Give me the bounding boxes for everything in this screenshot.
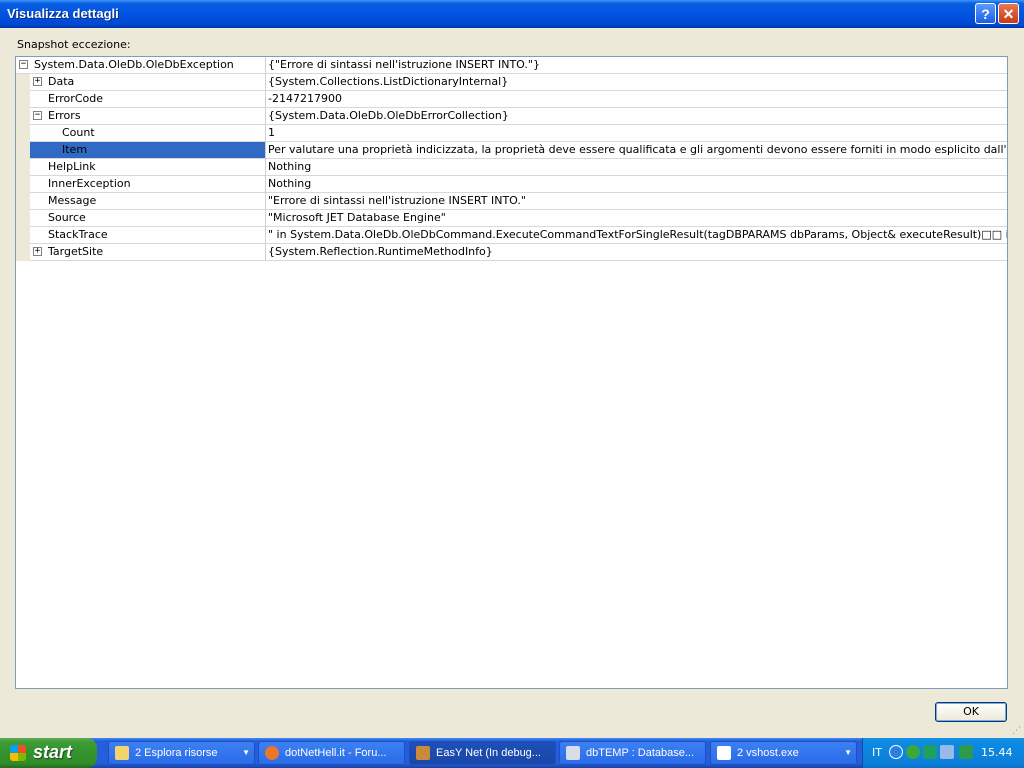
property-name: ErrorCode: [48, 92, 103, 105]
property-value: {System.Reflection.RuntimeMethodInfo}: [268, 245, 493, 258]
property-name: Item: [62, 143, 88, 156]
property-value: {System.Collections.ListDictionaryIntern…: [268, 75, 509, 88]
property-name: Data: [48, 75, 75, 88]
task-firefox[interactable]: dotNetHell.it - Foru...: [258, 741, 405, 765]
expand-icon[interactable]: +: [33, 247, 42, 256]
expand-icon[interactable]: +: [33, 77, 42, 86]
network-icon[interactable]: [940, 745, 954, 759]
property-row[interactable]: + TargetSite {System.Reflection.RuntimeM…: [16, 244, 1007, 261]
ok-button[interactable]: OK: [935, 702, 1007, 722]
property-value: Per valutare una proprietà indicizzata, …: [268, 143, 1007, 156]
system-tray: IT 15.44: [862, 738, 1024, 768]
help-button[interactable]: ?: [975, 3, 996, 24]
property-name: StackTrace: [48, 228, 108, 241]
title-bar[interactable]: Visualizza dettagli ? ✕: [0, 0, 1024, 28]
taskbar: start 2 Esplora risorse ▼ dotNetHell.it …: [0, 738, 1024, 768]
start-button[interactable]: start: [0, 738, 97, 768]
property-value: 1: [268, 126, 275, 139]
task-label: dbTEMP : Database...: [586, 747, 695, 759]
property-name: HelpLink: [48, 160, 96, 173]
property-value: "Microsoft JET Database Engine": [268, 211, 446, 224]
tray-expand-icon[interactable]: [889, 745, 903, 759]
visual-studio-icon: [416, 746, 430, 760]
property-value: {System.Data.OleDb.OleDbErrorCollection}: [268, 109, 509, 122]
task-label: 2 vshost.exe: [737, 747, 799, 759]
property-name: InnerException: [48, 177, 131, 190]
task-easynet-debug[interactable]: EasY Net (In debug...: [409, 741, 556, 765]
close-button[interactable]: ✕: [998, 3, 1019, 24]
property-name: System.Data.OleDb.OleDbException: [34, 58, 234, 71]
task-label: EasY Net (In debug...: [436, 747, 541, 759]
property-row[interactable]: − Errors {System.Data.OleDb.OleDbErrorCo…: [16, 108, 1007, 125]
antivirus-check-icon[interactable]: [906, 745, 920, 759]
property-row-selected[interactable]: Item Per valutare una proprietà indicizz…: [16, 142, 1007, 159]
selection-highlight: Item: [30, 142, 265, 158]
property-name: Source: [48, 211, 86, 224]
property-value: "Errore di sintassi nell'istruzione INSE…: [268, 194, 526, 207]
database-icon: [566, 746, 580, 760]
task-vshost[interactable]: 2 vshost.exe ▼: [710, 741, 857, 765]
property-value: Nothing: [268, 177, 312, 190]
task-explorer[interactable]: 2 Esplora risorse ▼: [108, 741, 255, 765]
start-label: start: [33, 742, 73, 762]
task-dbtemp[interactable]: dbTEMP : Database...: [559, 741, 706, 765]
property-row[interactable]: ErrorCode -2147217900: [16, 91, 1007, 108]
property-value: {"Errore di sintassi nell'istruzione INS…: [268, 58, 540, 71]
task-label: dotNetHell.it - Foru...: [285, 747, 387, 759]
language-indicator[interactable]: IT: [872, 746, 882, 759]
window-icon: [717, 746, 731, 760]
property-name: Count: [62, 126, 95, 139]
property-value: " in System.Data.OleDb.OleDbCommand.Exec…: [268, 228, 1007, 241]
resize-grip-icon[interactable]: ⋰: [1012, 726, 1022, 736]
property-row[interactable]: InnerException Nothing: [16, 176, 1007, 193]
folder-icon: [115, 746, 129, 760]
property-row[interactable]: StackTrace " in System.Data.OleDb.OleDbC…: [16, 227, 1007, 244]
property-row[interactable]: − System.Data.OleDb.OleDbException {"Err…: [16, 57, 1007, 74]
property-name: Errors: [48, 109, 81, 122]
window-title: Visualizza dettagli: [7, 6, 119, 21]
collapse-icon[interactable]: −: [33, 111, 42, 120]
property-name: Message: [48, 194, 97, 207]
task-label: 2 Esplora risorse: [135, 747, 218, 759]
collapse-icon[interactable]: −: [19, 60, 28, 69]
property-row[interactable]: HelpLink Nothing: [16, 159, 1007, 176]
firefox-icon: [265, 746, 279, 760]
update-icon[interactable]: [923, 745, 937, 759]
exception-property-grid: − System.Data.OleDb.OleDbException {"Err…: [15, 56, 1008, 689]
chevron-down-icon: ▼: [242, 748, 250, 757]
property-row[interactable]: Count 1: [16, 125, 1007, 142]
chevron-down-icon: ▼: [844, 748, 852, 757]
property-value: -2147217900: [268, 92, 342, 105]
snapshot-label: Snapshot eccezione:: [17, 38, 131, 51]
property-value: Nothing: [268, 160, 312, 173]
details-dialog: Visualizza dettagli ? ✕ Snapshot eccezio…: [0, 0, 1024, 738]
property-row[interactable]: Source "Microsoft JET Database Engine": [16, 210, 1007, 227]
property-row[interactable]: Message "Errore di sintassi nell'istruzi…: [16, 193, 1007, 210]
property-name: TargetSite: [48, 245, 104, 258]
windows-logo-icon: [10, 745, 26, 761]
clock: 15.44: [981, 746, 1013, 759]
property-row[interactable]: + Data {System.Collections.ListDictionar…: [16, 74, 1007, 91]
shield-icon[interactable]: [959, 745, 973, 759]
